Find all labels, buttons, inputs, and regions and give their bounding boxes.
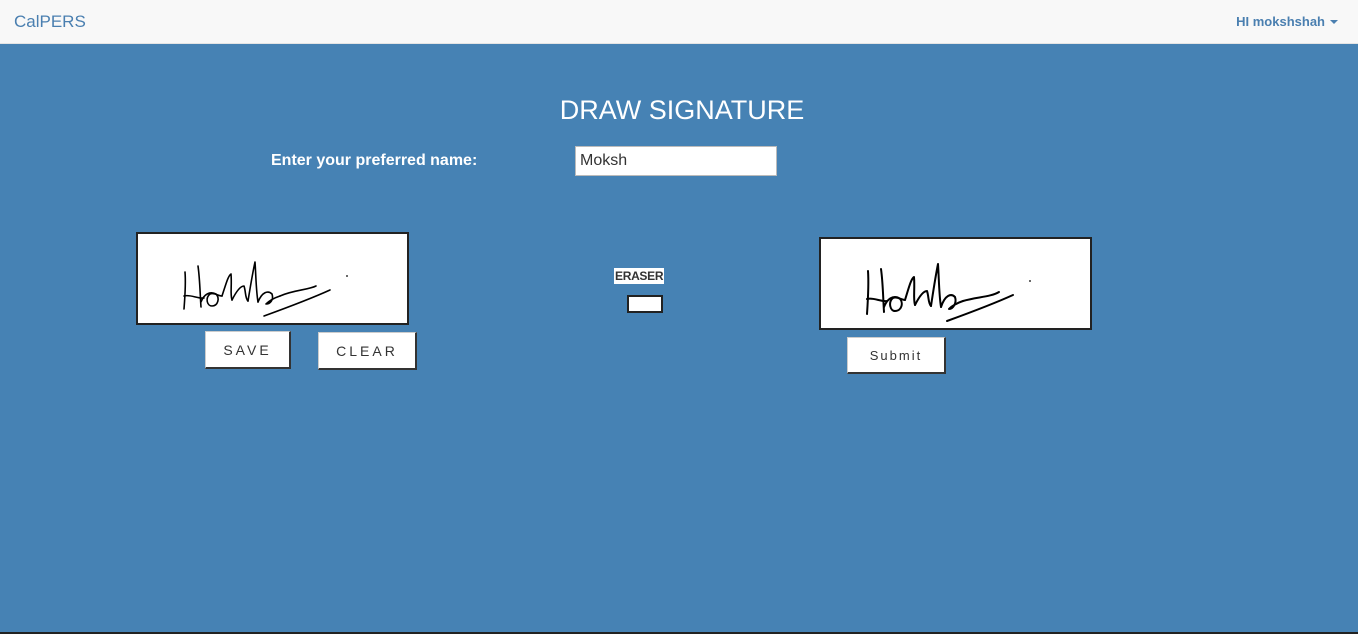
signature-drawing-canvas[interactable] bbox=[136, 232, 409, 325]
eraser-label: ERASER bbox=[614, 268, 665, 284]
user-greeting: HI mokshshah bbox=[1236, 14, 1325, 29]
page-title: DRAW SIGNATURE bbox=[559, 95, 805, 125]
signature-drawing bbox=[183, 261, 348, 317]
name-label: Enter your preferred name: bbox=[271, 152, 478, 169]
preferred-name-input[interactable] bbox=[575, 146, 777, 176]
submit-button[interactable]: Submit bbox=[847, 337, 946, 374]
brand-link[interactable]: CalPERS bbox=[14, 12, 86, 32]
caret-down-icon bbox=[1330, 19, 1338, 24]
signature-preview bbox=[819, 237, 1092, 330]
eraser-toggle[interactable] bbox=[627, 295, 663, 313]
top-navbar: CalPERS HI mokshshah bbox=[0, 0, 1358, 44]
signature-preview-drawing bbox=[866, 263, 1031, 322]
clear-button[interactable]: CLEAR bbox=[318, 332, 417, 370]
user-menu-dropdown[interactable]: HI mokshshah bbox=[1236, 14, 1338, 29]
save-button[interactable]: SAVE bbox=[205, 331, 291, 369]
